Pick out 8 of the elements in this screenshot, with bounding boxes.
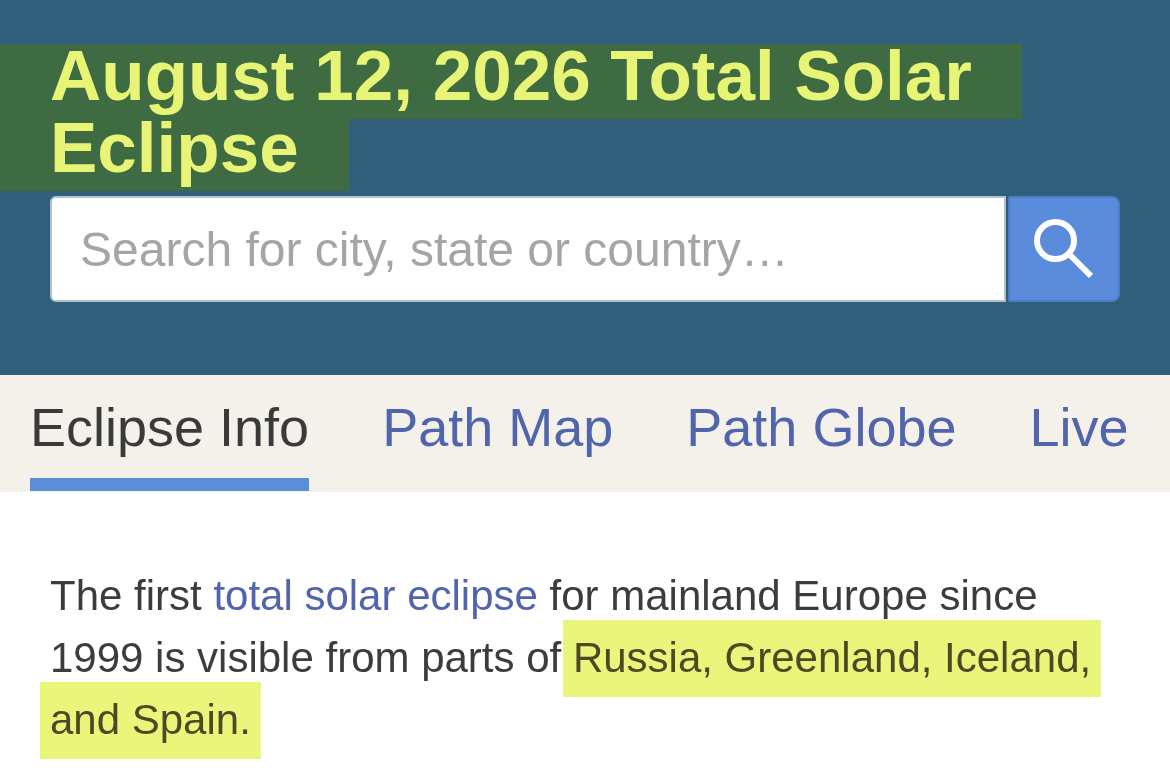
- tab[interactable]: Live: [1029, 375, 1129, 491]
- search-field[interactable]: Search for city, state or country…: [50, 196, 1007, 302]
- tab[interactable]: Path Map: [382, 375, 614, 491]
- search-button[interactable]: [1008, 196, 1120, 302]
- search-icon: [1034, 219, 1095, 279]
- text-link[interactable]: total solar eclipse: [213, 572, 538, 619]
- tab[interactable]: Eclipse Info: [30, 375, 310, 491]
- tab[interactable]: Path Globe: [686, 375, 957, 491]
